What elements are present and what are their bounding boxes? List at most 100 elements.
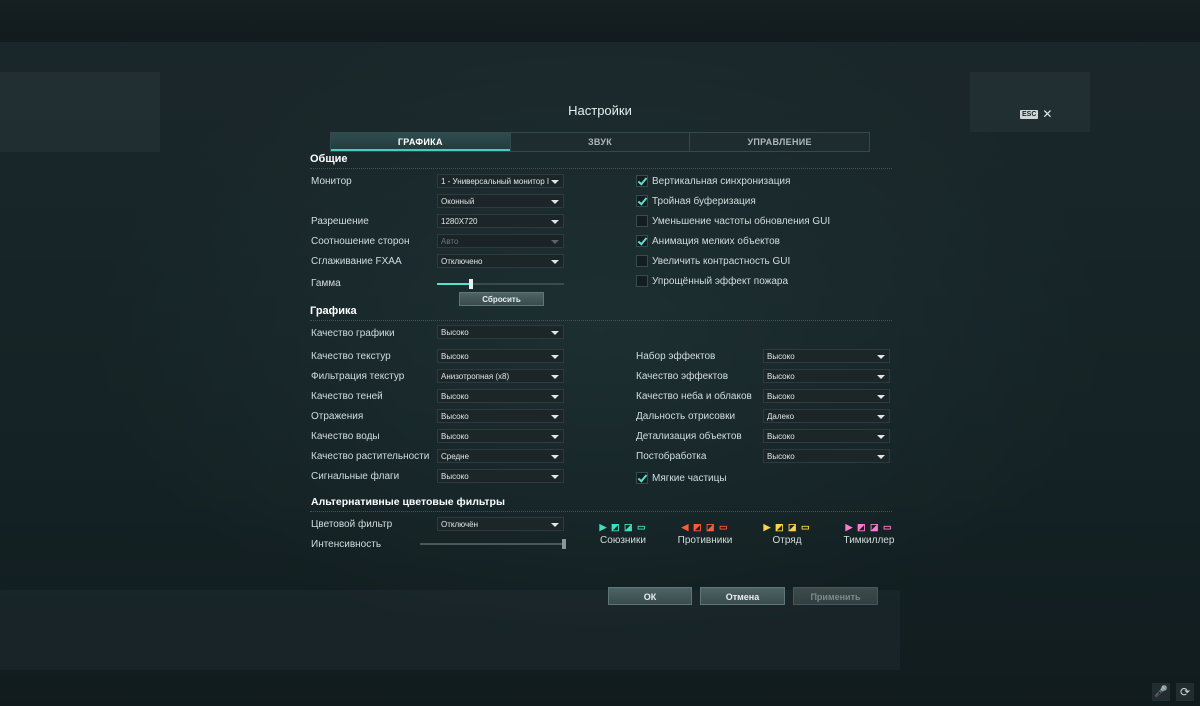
gamma-slider[interactable] [437,279,564,289]
setting-label: Качество эффектов [636,371,729,382]
chevron-down-icon [551,220,559,224]
resolution-select[interactable]: 1280X720 [437,214,564,228]
setting-select[interactable]: Высоко [763,349,890,363]
setting-select[interactable]: Высоко [763,389,890,403]
gamma-slider-handle[interactable] [469,279,473,289]
option-checkbox[interactable] [636,235,648,247]
setting-select[interactable]: Анизотропная (x8) [437,369,564,383]
option-checkbox-label: Уменьшение частоты обновления GUI [652,216,831,227]
fxaa-select[interactable]: Отключено [437,254,564,268]
setting-label: Качество теней [311,391,383,402]
chevron-down-icon [551,435,559,439]
gamma-label: Гамма [311,278,341,289]
setting-select[interactable]: Далеко [763,409,890,423]
setting-select[interactable]: Высоко [437,409,564,423]
chevron-down-icon [551,475,559,479]
setting-select[interactable]: Высоко [437,469,564,483]
setting-label: Отражения [311,411,364,422]
esc-key-icon: ESC [1020,109,1039,119]
setting-label: Качество текстур [311,351,391,362]
chevron-down-icon [551,415,559,419]
chevron-down-icon [551,240,559,244]
filter-group: ◀ ◩ ◪ ▭ Противники [672,522,738,546]
chevron-down-icon [877,435,885,439]
divider [310,168,892,169]
chevron-down-icon [877,355,885,359]
close-control[interactable]: ESC ✕ [1020,108,1052,120]
setting-label: Качество воды [311,431,380,442]
marker-icons: ◀ ◩ ◪ ▭ [681,522,729,532]
apply-button: Применить [793,587,878,605]
chevron-down-icon [551,331,559,335]
chevron-down-icon [877,375,885,379]
gamma-slider-fill [437,283,471,285]
tab-controls[interactable]: УПРАВЛЕНИЕ [690,133,869,151]
option-checkbox[interactable] [636,275,648,287]
divider [310,320,892,321]
setting-select[interactable]: Высоко [763,429,890,443]
filter-group-label: Тимкиллер [843,535,895,546]
setting-label: Качество растительности [311,451,430,462]
chevron-down-icon [551,180,559,184]
divider [310,511,892,512]
close-icon[interactable]: ✕ [1042,108,1052,120]
setting-label: Набор эффектов [636,351,716,362]
option-checkbox[interactable] [636,195,648,207]
option-checkbox[interactable] [636,175,648,187]
soft-particles-label: Мягкие частицы [652,473,727,484]
intensity-slider [420,539,566,549]
aspect-label: Соотношение сторон [311,236,410,247]
chevron-down-icon [877,395,885,399]
cancel-button[interactable]: Отмена [700,587,785,605]
color-filter-select[interactable]: Отключён [437,517,564,531]
intensity-label: Интенсивность [311,539,382,550]
setting-label: Дальность отрисовки [636,411,736,422]
fxaa-label: Сглаживание FXAA [311,256,402,267]
setting-label: Качество неба и облаков [636,391,752,402]
aspect-select: Авто [437,234,564,248]
option-checkbox[interactable] [636,215,648,227]
section-graphics-heading: Графика [310,305,357,317]
marker-icons: ▶ ◩ ◪ ▭ [599,522,647,532]
microphone-icon[interactable]: 🎤 [1152,683,1170,701]
option-checkbox-label: Увеличить контрастность GUI [652,256,791,267]
marker-icons: ▶ ◩ ◪ ▭ [763,522,811,532]
setting-select[interactable]: Высоко [437,349,564,363]
window-mode-select[interactable]: Оконный [437,194,564,208]
graphics-quality-select[interactable]: Высоко [437,325,564,339]
graphics-quality-label: Качество графики [311,328,395,339]
setting-label: Детализация объектов [636,431,742,442]
filter-group: ▶ ◩ ◪ ▭ Отряд [754,522,820,546]
ok-button[interactable]: ОК [608,587,692,605]
marker-icons: ▶ ◩ ◪ ▭ [845,522,893,532]
monitor-select[interactable]: 1 - Универсальный монитор I [437,174,564,188]
setting-label: Постобработка [636,451,707,462]
chevron-down-icon [877,415,885,419]
color-filter-label: Цветовой фильтр [311,519,393,530]
option-checkbox-label: Упрощённый эффект пожара [652,276,789,287]
monitor-label: Монитор [311,176,352,187]
filter-group: ▶ ◩ ◪ ▭ Союзники [590,522,656,546]
setting-select[interactable]: Высоко [437,389,564,403]
option-checkbox-label: Анимация мелких объектов [652,236,780,247]
intensity-slider-fill [420,543,566,545]
soft-particles-checkbox[interactable] [636,472,648,484]
filter-group-label: Союзники [600,535,646,546]
chevron-down-icon [551,455,559,459]
reset-button[interactable]: Сбросить [459,292,544,306]
setting-select[interactable]: Высоко [763,369,890,383]
setting-select[interactable]: Средне [437,449,564,463]
sync-icon[interactable]: ⟳ [1176,683,1194,701]
option-checkbox[interactable] [636,255,648,267]
chevron-down-icon [551,395,559,399]
setting-label: Сигнальные флаги [311,471,400,482]
tab-sound[interactable]: ЗВУК [511,133,691,151]
setting-select[interactable]: Высоко [437,429,564,443]
chevron-down-icon [551,523,559,527]
option-checkbox-label: Тройная буферизация [652,196,756,207]
tab-graphics[interactable]: ГРАФИКА [331,133,511,151]
setting-select[interactable]: Высоко [763,449,890,463]
chevron-down-icon [551,355,559,359]
chevron-down-icon [551,260,559,264]
resolution-label: Разрешение [311,216,369,227]
